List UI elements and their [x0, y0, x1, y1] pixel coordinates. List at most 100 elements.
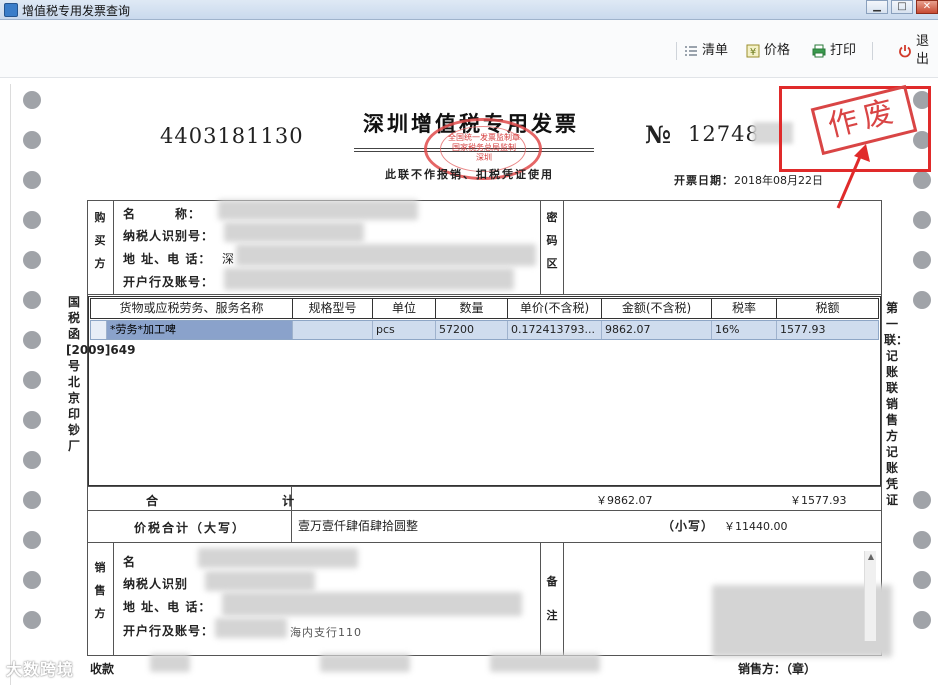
feed-hole	[23, 251, 41, 269]
divider	[113, 542, 114, 656]
price-button[interactable]: ¥ 价格	[746, 42, 790, 60]
close-button[interactable]: ✕	[916, 0, 938, 14]
redacted-seller-address	[222, 592, 522, 616]
feed-hole	[913, 491, 931, 509]
price-label: 价格	[764, 43, 791, 58]
redacted-bottom	[150, 654, 190, 672]
feed-hole	[913, 211, 931, 229]
divider	[563, 542, 564, 656]
total-label: 合 计	[146, 494, 355, 508]
cell-unit[interactable]: pcs	[373, 321, 436, 339]
seller-tax-id-label: 纳税人识别	[123, 577, 189, 591]
scroll-up-icon[interactable]: ▲	[865, 551, 877, 563]
invoice-number: 12748	[688, 122, 760, 146]
price-tax-total-label: 价税合计（大写）	[134, 521, 247, 535]
exit-label: 退出	[916, 34, 930, 67]
invoice-code: 4403181130	[160, 124, 304, 148]
divider	[540, 200, 541, 294]
col-header-amount: 金额(不含税)	[602, 299, 712, 318]
print-button[interactable]: 打印	[812, 42, 856, 60]
remarks-section-label: 备 注	[545, 565, 559, 633]
feed-hole	[913, 571, 931, 589]
issue-date-label: 开票日期：	[674, 174, 734, 187]
cell-amount[interactable]: 9862.07	[602, 321, 712, 339]
total-amount: ￥9862.07	[596, 494, 653, 507]
col-header-qty: 数量	[436, 299, 508, 318]
redacted-seller-bank	[215, 618, 287, 638]
seller-seal-label: 销售方：（章）	[738, 662, 817, 676]
minimize-button[interactable]: ▁	[866, 0, 888, 14]
redacted-seller-tax-id	[205, 571, 315, 591]
seller-address-label: 地 址、电 话：	[123, 600, 212, 614]
feed-hole	[913, 251, 931, 269]
cell-spec[interactable]	[293, 321, 373, 339]
divider	[87, 294, 882, 295]
power-icon	[898, 44, 912, 58]
cell-rate[interactable]: 16%	[712, 321, 777, 339]
cipher-section-label: 密 码 区	[545, 206, 559, 275]
divider	[113, 200, 114, 294]
feed-hole	[913, 171, 931, 189]
col-header-unit: 单位	[373, 299, 436, 318]
table-row[interactable]: *劳务*加工啤 pcs 57200 0.172413793... 9862.07…	[90, 320, 879, 340]
list-icon	[684, 44, 698, 58]
feed-hole	[23, 491, 41, 509]
redacted-buyer-bank	[224, 268, 514, 290]
invoice-subtitle: 此联不作报销、扣税凭证使用	[385, 168, 554, 181]
col-header-rate: 税率	[712, 299, 777, 318]
seller-section-label: 销 售 方	[93, 556, 107, 625]
remarks-char: 备	[546, 575, 558, 588]
buyer-address-prefix: 深	[222, 252, 236, 266]
cell-tax[interactable]: 1577.93	[777, 321, 878, 339]
feed-hole	[23, 291, 41, 309]
col-header-name: 货物或应税劳务、服务名称	[91, 299, 293, 318]
remarks-char: 注	[546, 609, 558, 622]
buyer-tax-id-label: 纳税人识别号：	[123, 229, 215, 243]
row-indicator[interactable]	[91, 321, 107, 339]
feed-hole	[23, 571, 41, 589]
buyer-bank-label: 开户行及账号：	[123, 275, 215, 289]
seller-char: 售	[94, 584, 106, 597]
redacted-bottom	[490, 654, 600, 672]
copy-info-vertical: 第一联：记账联 销售方记账凭证	[884, 301, 909, 507]
redacted-bottom	[320, 654, 410, 672]
redacted-buyer-tax-id	[224, 222, 364, 242]
clear-list-button[interactable]: 清单	[684, 42, 728, 60]
remarks-scrollbar[interactable]: ▲	[864, 551, 876, 641]
divider	[87, 486, 882, 487]
feed-hole	[913, 291, 931, 309]
printer-info-vertical: 国税函[2009]649号北京印钞厂	[66, 295, 135, 453]
feed-hole	[23, 611, 41, 629]
cell-price[interactable]: 0.172413793...	[508, 321, 602, 339]
col-header-price: 单价(不含税)	[508, 299, 602, 318]
redacted-buyer-address	[236, 244, 536, 266]
maximize-button[interactable]: □	[891, 0, 913, 14]
buyer-name-label: 名 称：	[123, 207, 202, 221]
seller-bank-partial: 海内支行110	[290, 626, 362, 639]
watermark-logo: 大数跨境	[6, 660, 75, 679]
seal-text: 全国统一发票监制章 国家税务总局监制 深圳	[448, 133, 520, 162]
feed-hole	[23, 531, 41, 549]
cell-name[interactable]: *劳务*加工啤	[107, 321, 293, 339]
cipher-char: 密	[546, 211, 558, 224]
buyer-char: 购	[94, 211, 106, 224]
col-header-spec: 规格型号	[293, 299, 373, 318]
print-label: 打印	[830, 43, 857, 58]
buyer-char: 方	[94, 257, 106, 270]
clear-list-label: 清单	[702, 43, 729, 58]
exit-button[interactable]: 退出	[898, 34, 938, 67]
divider	[540, 542, 541, 656]
total-tax: ￥1577.93	[790, 494, 847, 507]
toolbar: 清单 ¥ 价格 打印 退出	[0, 20, 938, 78]
number-mark: №	[645, 120, 672, 149]
cell-qty[interactable]: 57200	[436, 321, 508, 339]
seller-name-label: 名	[123, 555, 137, 569]
svg-text:¥: ¥	[750, 47, 756, 58]
buyer-char: 买	[94, 234, 106, 247]
window-title: 增值税专用发票查询	[22, 4, 131, 18]
price-tag-icon: ¥	[746, 44, 760, 58]
toolbar-divider	[676, 42, 677, 60]
feed-hole	[23, 91, 41, 109]
issue-date: 开票日期：2018年08月22日	[674, 172, 823, 188]
feed-hole	[23, 131, 41, 149]
